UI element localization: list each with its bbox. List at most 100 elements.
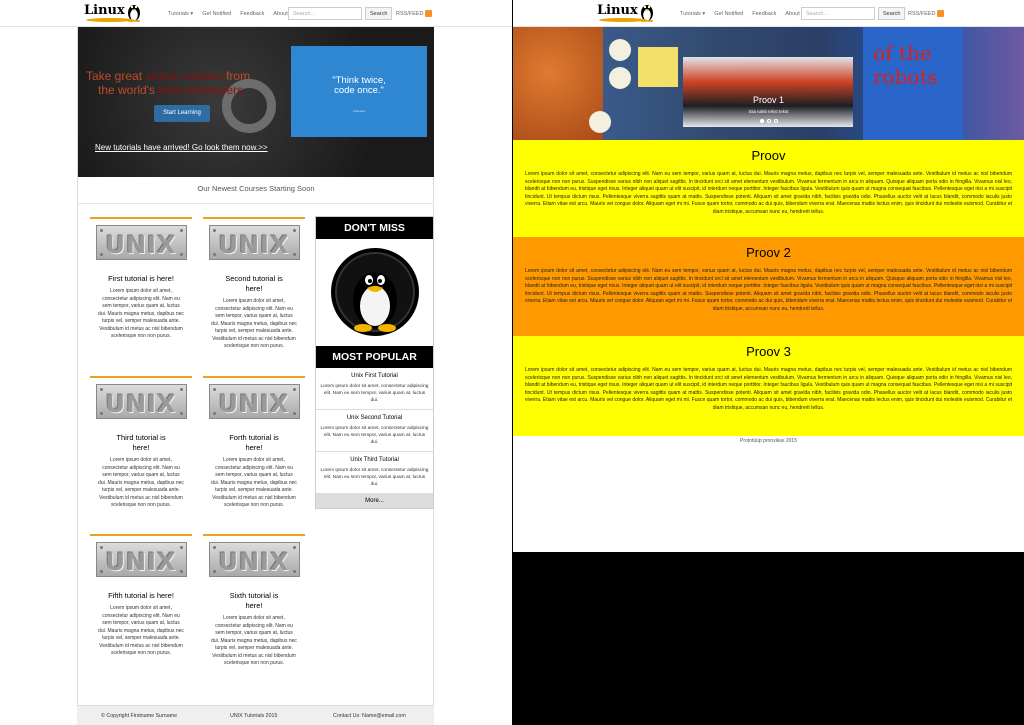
most-popular-heading: MOST POPULAR [316, 346, 433, 368]
search-input[interactable]: Search... [288, 7, 362, 20]
carousel-dot[interactable] [773, 119, 778, 123]
plate-text: UNIX [218, 390, 290, 418]
rss-label: RSS/FEED [396, 10, 424, 17]
carousel-caption: Proov 1 [752, 95, 785, 105]
course-card[interactable]: UNIX Fifth tutorial is here! Lorem ipsum d… [90, 534, 192, 658]
course-card[interactable]: UNIX Forth tutorial is here! Lorem ipsum d… [203, 376, 305, 510]
carousel-art [609, 39, 631, 61]
hero-highlight: best developers [158, 83, 244, 97]
unix-plate-image: UNIX [95, 384, 187, 419]
nav-get-notified[interactable]: Get Notified [714, 11, 743, 17]
section-body: Lorem ipsum dolor sit amet, consectetur … [525, 367, 1012, 411]
plate-text: UNIX [105, 390, 177, 418]
course-title[interactable]: Sixth tutorial is here! [203, 591, 305, 611]
unix-plate-image: UNIX [95, 542, 187, 577]
logo-text: Linux [597, 3, 638, 18]
search-button[interactable]: Search [365, 7, 393, 20]
course-description: Lorem ipsum dolor sit amet, consectetur … [98, 457, 184, 508]
rss-label: RSS/FEED [908, 10, 936, 17]
course-card[interactable]: UNIX Second tutorial is here! Lorem ipsum … [203, 217, 305, 351]
popular-item[interactable]: Unix First Tutorial Lorem ipsum dolor sit… [316, 368, 433, 410]
course-title[interactable]: Second tutorial is here! [203, 274, 305, 294]
popular-item-title[interactable]: Unix Second Tutorial [320, 415, 429, 421]
course-title[interactable]: Forth tutorial is here! [203, 433, 305, 453]
popular-item-text: Lorem ipsum dolor sit amet, consectetur … [320, 468, 429, 487]
carousel-dot[interactable] [759, 119, 764, 123]
course-description: Lorem ipsum dolor sit amet, consectetur … [98, 288, 184, 339]
course-card[interactable]: UNIX Sixth tutorial is here! Lorem ipsum d… [203, 534, 305, 668]
left-page: Linux Tutorials ▾ Get Notified Feedback … [0, 0, 512, 725]
footer-center: UNIX Tutorials 2015 [230, 713, 278, 719]
course-card[interactable]: UNIX First tutorial is here! Lorem ipsum d… [90, 217, 192, 341]
section-title: Our Newest Courses Starting Soon [197, 184, 315, 193]
site-logo[interactable]: Linux [84, 1, 142, 22]
carousel-art [638, 47, 678, 87]
unix-plate-image: UNIX [95, 225, 187, 260]
popular-item-text: Lorem ipsum dolor sit amet, consectetur … [320, 426, 429, 445]
carousel-art: of the robots [873, 41, 938, 89]
rss-link[interactable]: RSS/FEED [908, 0, 944, 27]
popular-item-title[interactable]: Unix Third Tutorial [320, 457, 429, 463]
popular-list: Unix First Tutorial Lorem ipsum dolor sit… [316, 368, 433, 494]
popular-item-text: Lorem ipsum dolor sit amet, consectetur … [320, 384, 429, 403]
rss-icon [424, 10, 432, 17]
start-learning-button[interactable]: Start Learning [154, 105, 210, 122]
nav-feedback[interactable]: Feedback [240, 11, 264, 17]
more-button[interactable]: More... [316, 494, 433, 508]
popular-item[interactable]: Unix Third Tutorial Lorem ipsum dolor sit… [316, 452, 433, 494]
course-title[interactable]: Third tutorial is here! [90, 433, 192, 453]
course-title[interactable]: Fifth tutorial is here! [90, 591, 192, 601]
course-title[interactable]: First tutorial is here! [90, 274, 192, 284]
rss-link[interactable]: RSS/FEED [396, 0, 432, 27]
popular-item[interactable]: Unix Second Tutorial Lorem ipsum dolor si… [316, 410, 433, 452]
footer: Prototüüp proovikas 2015 [740, 438, 797, 444]
top-nav: Linux Tutorials ▾ Get Notified Feedback … [513, 0, 1024, 27]
popular-item-title[interactable]: Unix First Tutorial [320, 373, 429, 379]
sidebar: DON'T MISS MOST POPULAR Unix First Tutor… [315, 216, 434, 509]
search-button[interactable]: Search [878, 7, 906, 20]
course-description: Lorem ipsum dolor sit amet, consectetur … [211, 298, 297, 349]
footer: © Copyright Firstname Surname UNIX Tutor… [77, 705, 434, 725]
nav-feedback[interactable]: Feedback [752, 11, 776, 17]
logo-swoosh [86, 18, 134, 22]
plate-text: UNIX [218, 548, 290, 576]
divider [78, 203, 434, 204]
nav-tutorials[interactable]: Tutorials ▾ [680, 11, 705, 17]
logo-swoosh [599, 18, 647, 22]
hero-text: the world's [98, 83, 159, 97]
carousel-dot[interactable] [766, 119, 771, 123]
new-tutorials-link[interactable]: New tutorials have arrived! Go look them… [95, 143, 268, 152]
tux-penguin-icon[interactable] [330, 248, 419, 336]
nav-tutorials[interactable]: Tutorials ▾ [168, 11, 193, 17]
section-heading: Proov 3 [746, 344, 791, 359]
image-carousel[interactable]: of the robots Proov 1 Siia tuleb tekst te… [513, 27, 1024, 140]
carousel-indicators [513, 119, 1024, 123]
content-section: Proov 2 Lorem ipsum dolor sit amet, conse… [513, 237, 1024, 336]
course-card[interactable]: UNIX Third tutorial is here! Lorem ipsum d… [90, 376, 192, 510]
nav-links: Tutorials ▾ Get Notified Feedback About [168, 0, 297, 27]
footer-copyright: © Copyright Firstname Surname [101, 713, 178, 719]
section-body: Lorem ipsum dolor sit amet, consectetur … [525, 171, 1012, 215]
top-nav: Linux Tutorials ▾ Get Notified Feedback … [0, 0, 512, 27]
main-container: Take great online courses from the world… [77, 27, 434, 705]
unix-plate-image: UNIX [208, 225, 300, 260]
rss-icon [936, 10, 944, 17]
hero-headline-1: Take great online courses from [86, 69, 250, 83]
plate-text: UNIX [105, 231, 177, 259]
carousel-subcaption: Siia tuleb tekst tekst [748, 109, 789, 114]
carousel-art [683, 57, 853, 127]
dont-miss-heading: DON'T MISS [316, 217, 433, 239]
quote-author: Unknown [352, 109, 366, 113]
hero-banner: Take great online courses from the world… [78, 27, 434, 177]
nav-about[interactable]: About [785, 11, 799, 17]
nav-get-notified[interactable]: Get Notified [202, 11, 231, 17]
hero-text: Take great [86, 69, 146, 83]
footer-contact[interactable]: Contact Us: Name@email.com [333, 713, 406, 719]
section-body: Lorem ipsum dolor sit amet, consectetur … [525, 268, 1012, 312]
site-logo[interactable]: Linux [597, 1, 655, 22]
quote-card: "Think twice, code once." Unknown [291, 46, 427, 137]
search-input[interactable]: Search... [801, 7, 875, 20]
nav-about[interactable]: About [273, 11, 287, 17]
carousel-art [609, 67, 631, 89]
plate-text: UNIX [105, 548, 177, 576]
